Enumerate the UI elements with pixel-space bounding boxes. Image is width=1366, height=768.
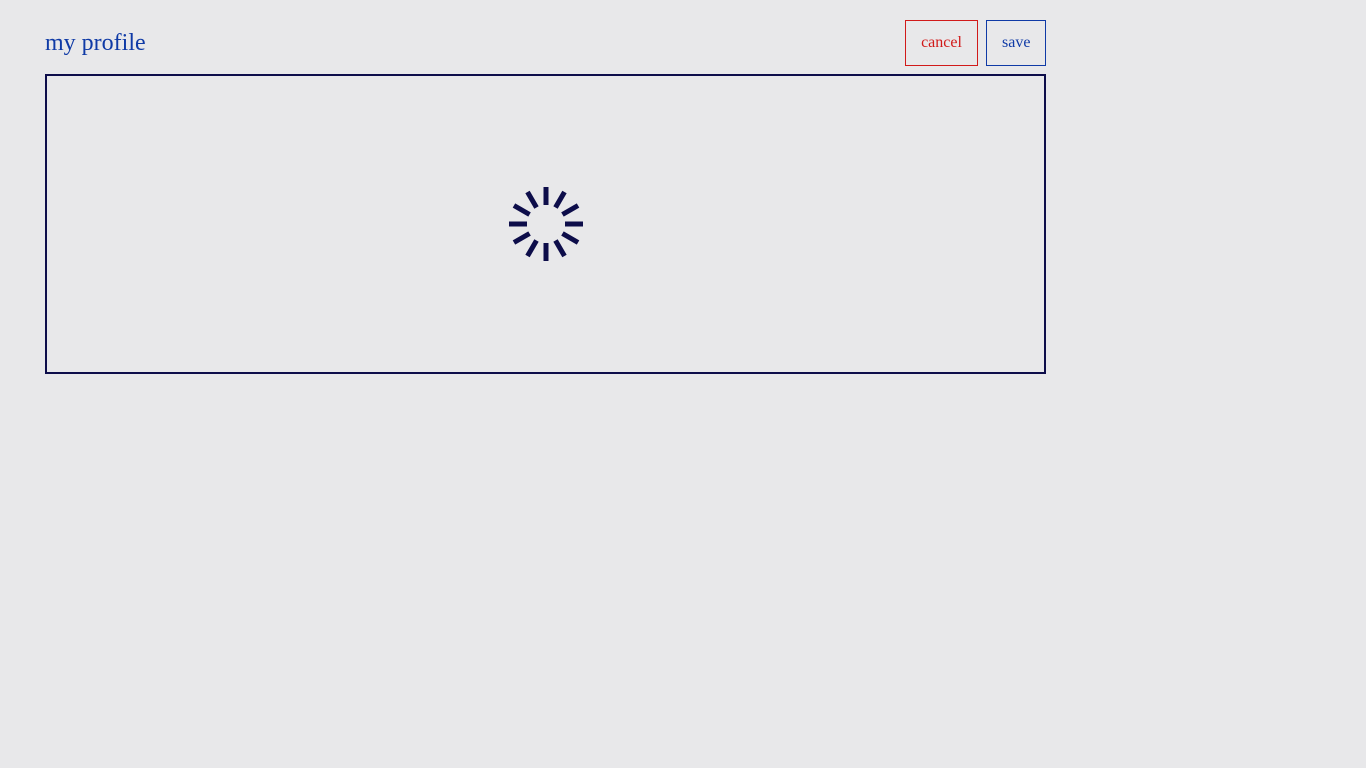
page-title: my profile [45,30,146,56]
header-actions: cancel save [905,20,1046,66]
profile-page: my profile cancel save [0,0,1366,768]
save-button[interactable]: save [986,20,1046,66]
loading-spinner-icon [509,187,583,261]
profile-content-panel [45,74,1046,374]
cancel-button[interactable]: cancel [905,20,978,66]
spinner-tick [561,231,580,245]
spinner-tick [512,231,531,245]
spinner-tick [525,239,539,258]
spinner-tick [512,203,531,217]
spinner-tick [553,190,567,209]
spinner-tick [525,190,539,209]
spinner-tick [561,203,580,217]
spinner-tick [553,239,567,258]
